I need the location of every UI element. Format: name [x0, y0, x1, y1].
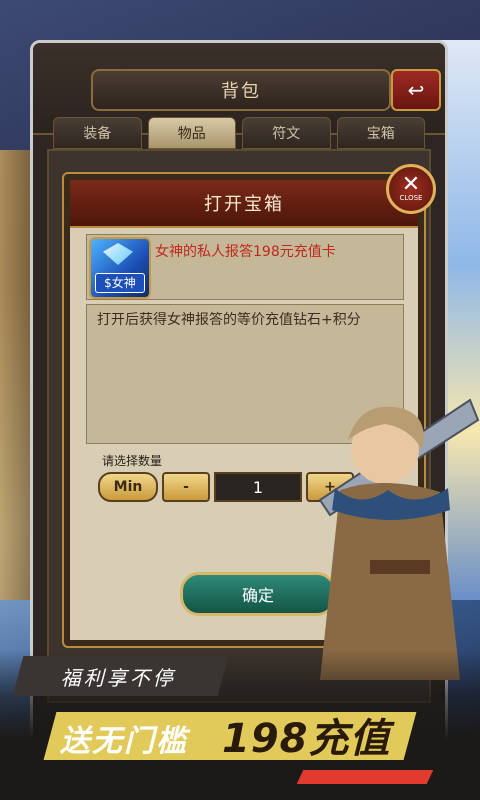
close-icon: ✕ — [401, 172, 421, 197]
tab-equipment[interactable]: 装备 — [53, 117, 142, 149]
item-icon-label: $女神 — [95, 273, 145, 293]
inventory-title: 背包 — [91, 69, 391, 111]
inventory-header: 背包 ↩ 装备 物品 符文 宝箱 — [33, 43, 445, 149]
promo-line2-right: 198充值 — [222, 716, 391, 762]
inventory-tabs: 装备 物品 符文 宝箱 — [53, 117, 425, 149]
quantity-value[interactable]: 1 — [214, 472, 302, 502]
promo-banner-top: 福利享不停 — [12, 656, 229, 696]
close-label: CLOSE — [399, 194, 423, 202]
promo-line1: 福利享不停 — [59, 665, 181, 690]
hero-character-art — [318, 398, 480, 680]
quantity-label: 请选择数量 — [102, 454, 163, 468]
dialog-title: 打开宝箱 — [70, 180, 418, 228]
diamond-icon — [103, 243, 133, 265]
back-arrow-icon: ↩ — [407, 78, 425, 102]
tab-runes[interactable]: 符文 — [242, 117, 331, 149]
back-button[interactable]: ↩ — [391, 69, 441, 111]
decrease-button[interactable]: - — [162, 472, 210, 502]
promo-line2-left: 送无门槛 — [60, 724, 188, 759]
promo-accent-stripe — [296, 770, 434, 784]
item-name: 女神的私人报答198元充值卡 — [155, 244, 336, 260]
item-info: $女神 女神的私人报答198元充值卡 — [86, 234, 404, 300]
recharge-card-icon: $女神 — [89, 237, 151, 299]
close-button[interactable]: ✕ CLOSE — [386, 164, 436, 214]
min-button[interactable]: Min — [98, 472, 158, 502]
tab-chests[interactable]: 宝箱 — [336, 117, 425, 149]
tab-items[interactable]: 物品 — [147, 117, 236, 149]
